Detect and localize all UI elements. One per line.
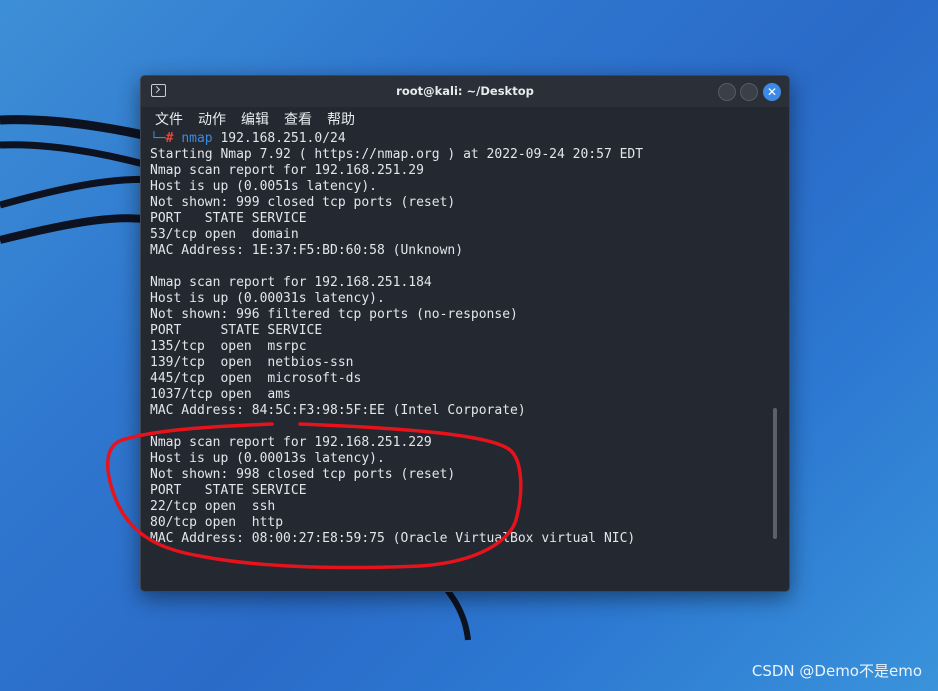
terminal-line: 135/tcp open msrpc <box>150 339 307 354</box>
terminal-line: Host is up (0.0051s latency). <box>150 179 377 194</box>
prompt-command: nmap <box>181 131 213 146</box>
terminal-line: Host is up (0.00031s latency). <box>150 291 385 306</box>
maximize-button[interactable] <box>740 83 758 101</box>
terminal-line: MAC Address: 08:00:27:E8:59:75 (Oracle V… <box>150 531 636 546</box>
csdn-watermark: CSDN @Demo不是emo <box>751 662 922 680</box>
terminal-line: MAC Address: 1E:37:F5:BD:60:58 (Unknown) <box>150 243 464 258</box>
menu-file[interactable]: 文件 <box>155 109 183 129</box>
terminal-line: Not shown: 999 closed tcp ports (reset) <box>150 195 456 210</box>
menu-help[interactable]: 帮助 <box>327 109 355 129</box>
terminal-line: 22/tcp open ssh <box>150 499 276 514</box>
terminal-line: 139/tcp open netbios-ssn <box>150 355 354 370</box>
prompt-args: 192.168.251.0/24 <box>212 131 346 146</box>
window-title: root@kali: ~/Desktop <box>396 84 534 98</box>
menu-view[interactable]: 查看 <box>284 109 312 129</box>
terminal-line: Nmap scan report for 192.168.251.184 <box>150 275 432 290</box>
prompt-hash: # <box>165 131 174 146</box>
menu-actions[interactable]: 动作 <box>198 109 226 129</box>
terminal-line: Nmap scan report for 192.168.251.29 <box>150 163 424 178</box>
terminal-line: PORT STATE SERVICE <box>150 211 307 226</box>
terminal-line: 53/tcp open domain <box>150 227 299 242</box>
terminal-line: Host is up (0.00013s latency). <box>150 451 385 466</box>
terminal-line: 1037/tcp open ams <box>150 387 291 402</box>
terminal-line: 80/tcp open http <box>150 515 284 530</box>
window-titlebar[interactable]: root@kali: ~/Desktop ✕ <box>141 76 789 107</box>
terminal-scrollbar[interactable] <box>773 408 777 539</box>
terminal-line: MAC Address: 84:5C:F3:98:5F:EE (Intel Co… <box>150 403 526 418</box>
terminal-line: Nmap scan report for 192.168.251.229 <box>150 435 432 450</box>
terminal-output[interactable]: └─# nmap 192.168.251.0/24 Starting Nmap … <box>141 131 771 591</box>
terminal-line: PORT STATE SERVICE <box>150 323 323 338</box>
terminal-window: root@kali: ~/Desktop ✕ 文件 动作 编辑 查看 帮助 └─… <box>140 75 790 592</box>
prompt-line: └─# nmap 192.168.251.0/24 <box>150 131 771 147</box>
terminal-line: Not shown: 998 closed tcp ports (reset) <box>150 467 456 482</box>
close-button[interactable]: ✕ <box>763 83 781 101</box>
terminal-line: Not shown: 996 filtered tcp ports (no-re… <box>150 307 518 322</box>
prompt-corner: └─ <box>150 131 166 146</box>
terminal-line: PORT STATE SERVICE <box>150 483 307 498</box>
terminal-line: Starting Nmap 7.92 ( https://nmap.org ) … <box>150 147 644 162</box>
terminal-line: 445/tcp open microsoft-ds <box>150 371 362 386</box>
menu-edit[interactable]: 编辑 <box>241 109 269 129</box>
menu-bar: 文件 动作 编辑 查看 帮助 <box>141 107 789 131</box>
minimize-button[interactable] <box>718 83 736 101</box>
